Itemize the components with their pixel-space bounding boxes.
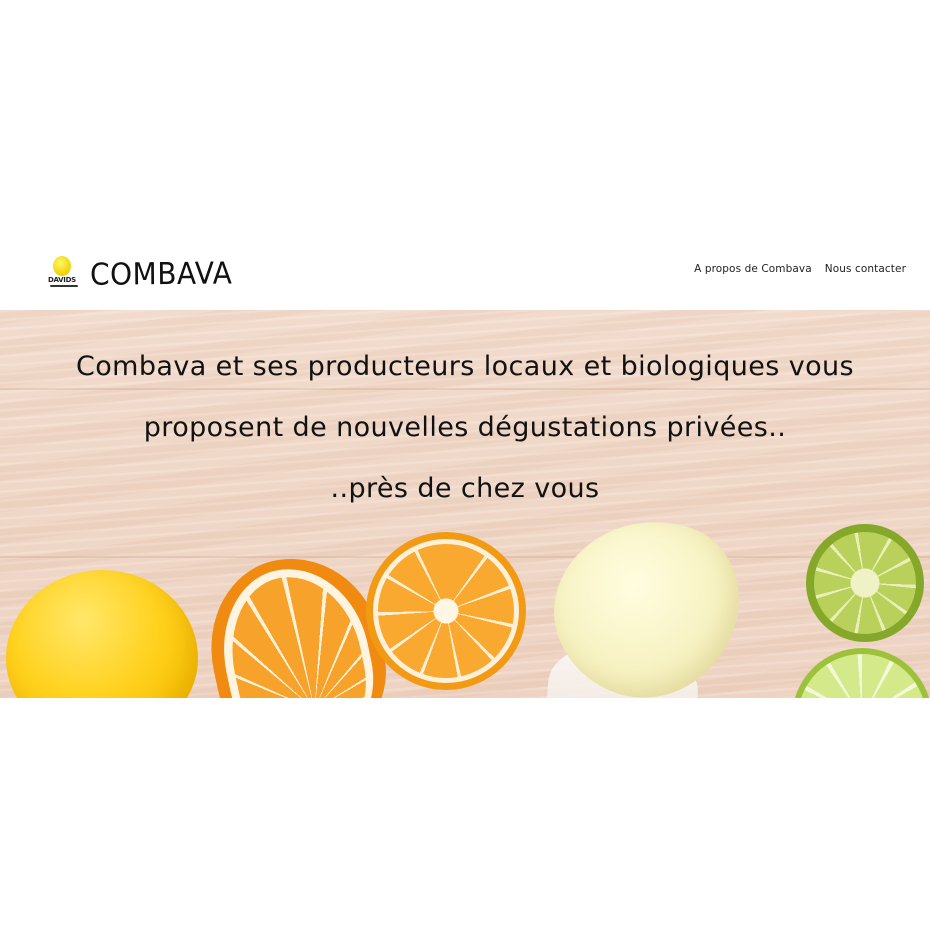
orange-slice-image — [366, 532, 526, 690]
nav-link-contact[interactable]: Nous contacter — [825, 263, 906, 275]
lime-slice-image — [792, 648, 930, 698]
brand[interactable]: DAVIDS COMBAVA — [48, 254, 232, 294]
site-header: DAVIDS COMBAVA A propos de Combava Nous … — [0, 232, 930, 310]
lemon-image — [6, 570, 198, 698]
hero-headline: Combava et ses producteurs locaux et bio… — [0, 342, 930, 525]
hero-line-3: ..près de chez vous — [330, 473, 600, 504]
page: DAVIDS COMBAVA A propos de Combava Nous … — [0, 0, 930, 930]
logo-lemon-shape — [53, 256, 71, 276]
logo-text: DAVIDS — [48, 276, 76, 284]
main-nav: A propos de Combava Nous contacter — [694, 263, 906, 275]
hero-banner: Combava et ses producteurs locaux et bio… — [0, 310, 930, 698]
lime-half-image — [806, 524, 924, 642]
brand-name[interactable]: COMBAVA — [90, 255, 233, 292]
lemon-logo-icon[interactable]: DAVIDS — [48, 256, 82, 292]
hero-line-2: proposent de nouvelles dégustations priv… — [143, 412, 787, 443]
hero-line-1: Combava et ses producteurs locaux et bio… — [76, 351, 854, 382]
lime-half-flesh — [814, 532, 916, 634]
nav-link-about[interactable]: A propos de Combava — [694, 263, 812, 275]
logo-underline — [50, 285, 78, 287]
orange-flesh — [217, 564, 378, 698]
orange-slice-segments — [378, 544, 514, 678]
lime-slice-flesh — [798, 654, 926, 698]
